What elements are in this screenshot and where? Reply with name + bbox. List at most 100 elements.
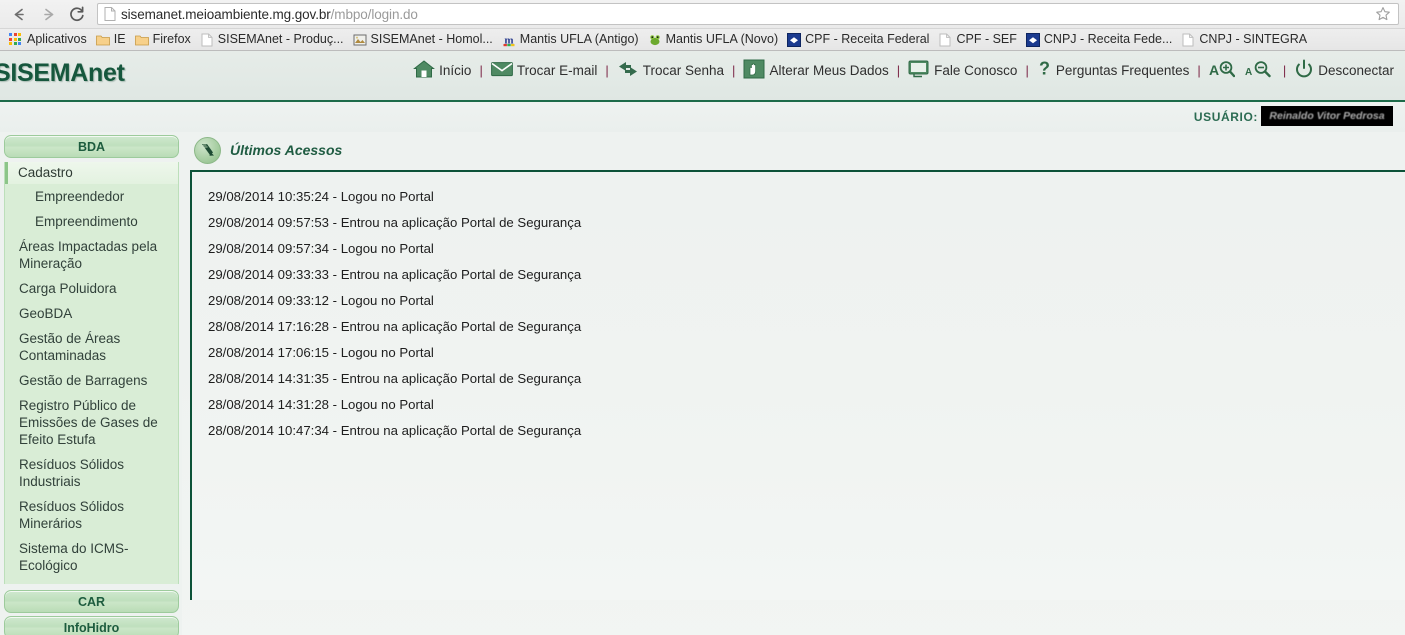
bookmark-mantis-ufla-novo[interactable]: Mantis UFLA (Novo) bbox=[645, 30, 785, 50]
nav-item-label: Fale Conosco bbox=[934, 63, 1018, 78]
menu-separator: | bbox=[1197, 63, 1201, 78]
bookmark-aplicativos[interactable]: Aplicativos bbox=[6, 30, 93, 50]
increase-font-size-button[interactable]: A bbox=[1206, 59, 1242, 82]
list-item: 28/08/2014 17:06:15 - Logou no Portal bbox=[208, 345, 434, 360]
sidebar-item-areas-impactadas-mineracao[interactable]: Áreas Impactadas pela Mineração bbox=[5, 234, 178, 276]
url-host: sisemanet.meioambiente.mg.gov.br bbox=[121, 6, 331, 22]
sidebar-item-residuos-solidos-minerarios[interactable]: Resíduos Sólidos Minerários bbox=[5, 494, 178, 536]
hand-icon bbox=[743, 59, 765, 82]
list-item: 29/08/2014 09:33:33 - Entrou na aplicaçã… bbox=[208, 267, 582, 282]
nav-item-desconectar[interactable]: Desconectar bbox=[1291, 59, 1397, 82]
bookmark-label: Firefox bbox=[152, 32, 191, 47]
bookmark-firefox[interactable]: Firefox bbox=[132, 30, 197, 50]
browser-nav-bar: sisemanet.meioambiente.mg.gov.br/mbpo/lo… bbox=[0, 0, 1405, 28]
nav-item-label: Início bbox=[439, 63, 472, 78]
folder-icon bbox=[95, 33, 110, 47]
browser-chrome: sisemanet.meioambiente.mg.gov.br/mbpo/lo… bbox=[0, 0, 1405, 51]
envelope-icon bbox=[490, 61, 513, 80]
sidebar-group-infohidro[interactable]: InfoHidro bbox=[4, 616, 179, 635]
user-name-redacted: Reinaldo Vitor Pedrosa bbox=[1261, 106, 1393, 126]
sidebar-item-sistema-icms-ecologico[interactable]: Sistema do ICMS-Ecológico bbox=[5, 536, 178, 578]
user-name-text: Reinaldo Vitor Pedrosa bbox=[1269, 110, 1385, 122]
bookmark-cpf-receita-federal[interactable]: CPF - Receita Federal bbox=[784, 30, 935, 50]
sidebar-group-bda[interactable]: BDA bbox=[4, 135, 179, 158]
nav-item-label: Trocar E-mail bbox=[516, 63, 598, 78]
menu-separator: | bbox=[479, 63, 483, 78]
app-header: SISEMAnet Início | Trocar E-mail | Troca… bbox=[0, 51, 1405, 102]
receita-federal-icon bbox=[787, 32, 802, 47]
mantis-m-icon: m bbox=[502, 33, 516, 47]
bookmark-sisemanet-producao[interactable]: SISEMAnet - Produç... bbox=[197, 30, 350, 50]
content-title: Últimos Acessos bbox=[230, 142, 343, 158]
pencil-arrow-icon bbox=[194, 136, 221, 164]
main-content: Últimos Acessos 29/08/2014 10:35:24 - Lo… bbox=[182, 132, 1405, 635]
sidebar-item-residuos-solidos-industriais[interactable]: Resíduos Sólidos Industriais bbox=[5, 452, 178, 494]
document-icon bbox=[200, 33, 214, 47]
sidebar-item-empreendedor[interactable]: Empreendedor bbox=[5, 184, 178, 209]
bookmark-label: SISEMAnet - Homol... bbox=[370, 32, 493, 47]
list-item: 28/08/2014 10:47:34 - Entrou na aplicaçã… bbox=[208, 423, 582, 438]
zoom-in-text-icon: A bbox=[1209, 59, 1236, 82]
sidebar-item-geobda[interactable]: GeoBDA bbox=[5, 301, 178, 326]
bookmark-cnpj-sintegra[interactable]: CNPJ - SINTEGRA bbox=[1178, 30, 1313, 50]
decrease-font-size-button[interactable]: A bbox=[1242, 59, 1278, 82]
url-path: /mbpo/login.do bbox=[330, 6, 418, 22]
svg-text:?: ? bbox=[1039, 59, 1050, 79]
document-icon bbox=[938, 33, 952, 47]
address-bar[interactable]: sisemanet.meioambiente.mg.gov.br/mbpo/lo… bbox=[97, 3, 1399, 25]
receita-federal-icon bbox=[1025, 32, 1040, 47]
sidebar-item-empreendimento[interactable]: Empreendimento bbox=[5, 209, 178, 234]
user-label: USUÁRIO: bbox=[1193, 110, 1258, 124]
bookmark-cpf-sef[interactable]: CPF - SEF bbox=[935, 30, 1022, 50]
sidebar-item-gestao-areas-contaminadas[interactable]: Gestão de Áreas Contaminadas bbox=[5, 326, 178, 368]
document-icon bbox=[1181, 33, 1195, 47]
sidebar-bda-panel: Cadastro Empreendedor Empreendimento Áre… bbox=[4, 162, 179, 584]
menu-separator: | bbox=[896, 63, 901, 78]
zoom-out-text-icon: A bbox=[1245, 59, 1271, 82]
reload-icon[interactable] bbox=[64, 2, 90, 26]
sidebar-item-gestao-barragens[interactable]: Gestão de Barragens bbox=[5, 368, 178, 393]
bookmark-label: CPF - SEF bbox=[956, 32, 1017, 47]
nav-item-label: Perguntas Frequentes bbox=[1055, 63, 1190, 78]
nav-item-label: Trocar Senha bbox=[642, 63, 725, 78]
list-item: 28/08/2014 17:16:28 - Entrou na aplicaçã… bbox=[208, 319, 582, 334]
nav-item-trocar-email[interactable]: Trocar E-mail bbox=[488, 61, 601, 80]
star-icon[interactable] bbox=[1375, 6, 1391, 22]
ultimos-acessos-list: 29/08/2014 10:35:24 - Logou no Portal 29… bbox=[190, 170, 1405, 600]
back-arrow-icon[interactable] bbox=[6, 2, 32, 26]
list-item: 29/08/2014 09:33:12 - Logou no Portal bbox=[208, 293, 434, 308]
document-icon bbox=[104, 7, 116, 21]
menu-separator: | bbox=[1025, 63, 1029, 78]
list-item: 28/08/2014 14:31:35 - Entrou na aplicaçã… bbox=[208, 371, 582, 386]
bookmark-mantis-ufla-antigo[interactable]: m Mantis UFLA (Antigo) bbox=[499, 30, 645, 50]
list-item: 29/08/2014 10:35:24 - Logou no Portal bbox=[208, 189, 434, 204]
forward-arrow-icon[interactable] bbox=[35, 2, 61, 26]
sidebar-section-cadastro[interactable]: Cadastro bbox=[5, 162, 178, 184]
bookmark-label: CNPJ - SINTEGRA bbox=[1199, 32, 1308, 47]
bookmark-label: Mantis UFLA (Novo) bbox=[665, 32, 779, 47]
bookmark-label: SISEMAnet - Produç... bbox=[217, 32, 344, 47]
bookmark-label: CNPJ - Receita Fede... bbox=[1043, 32, 1173, 47]
bookmark-label: CPF - Receita Federal bbox=[805, 32, 930, 47]
nav-item-inicio[interactable]: Início bbox=[410, 59, 474, 82]
apps-grid-icon bbox=[9, 33, 22, 46]
bookmark-label: IE bbox=[113, 32, 126, 47]
nav-item-trocar-senha[interactable]: Trocar Senha bbox=[614, 60, 727, 81]
sidebar-group-car[interactable]: CAR bbox=[4, 590, 179, 613]
bookmark-ie[interactable]: IE bbox=[93, 30, 132, 50]
nav-item-fale-conosco[interactable]: Fale Conosco bbox=[905, 60, 1020, 81]
sidebar-item-registro-publico-emissoes[interactable]: Registro Público de Emissões de Gases de… bbox=[5, 393, 178, 452]
bookmark-sisemanet-homologacao[interactable]: SISEMAnet - Homol... bbox=[350, 30, 499, 50]
page-body: BDA Cadastro Empreendedor Empreendimento… bbox=[0, 132, 1405, 635]
folder-icon bbox=[134, 33, 149, 47]
menu-separator: | bbox=[1282, 63, 1287, 78]
menu-separator: | bbox=[732, 63, 736, 78]
sidebar-item-carga-poluidora[interactable]: Carga Poluidora bbox=[5, 276, 178, 301]
nav-item-perguntas-frequentes[interactable]: ? Perguntas Frequentes bbox=[1034, 59, 1193, 82]
list-item: 29/08/2014 09:57:34 - Logou no Portal bbox=[208, 241, 434, 256]
sidebar-lower-buttons: CAR InfoHidro Regularização Ambiental SE… bbox=[4, 590, 179, 635]
list-item: 28/08/2014 14:31:28 - Logou no Portal bbox=[208, 397, 434, 412]
nav-item-alterar-meus-dados[interactable]: Alterar Meus Dados bbox=[740, 59, 891, 82]
question-mark-icon: ? bbox=[1037, 59, 1052, 82]
bookmark-cnpj-receita-federal[interactable]: CNPJ - Receita Fede... bbox=[1023, 30, 1179, 50]
